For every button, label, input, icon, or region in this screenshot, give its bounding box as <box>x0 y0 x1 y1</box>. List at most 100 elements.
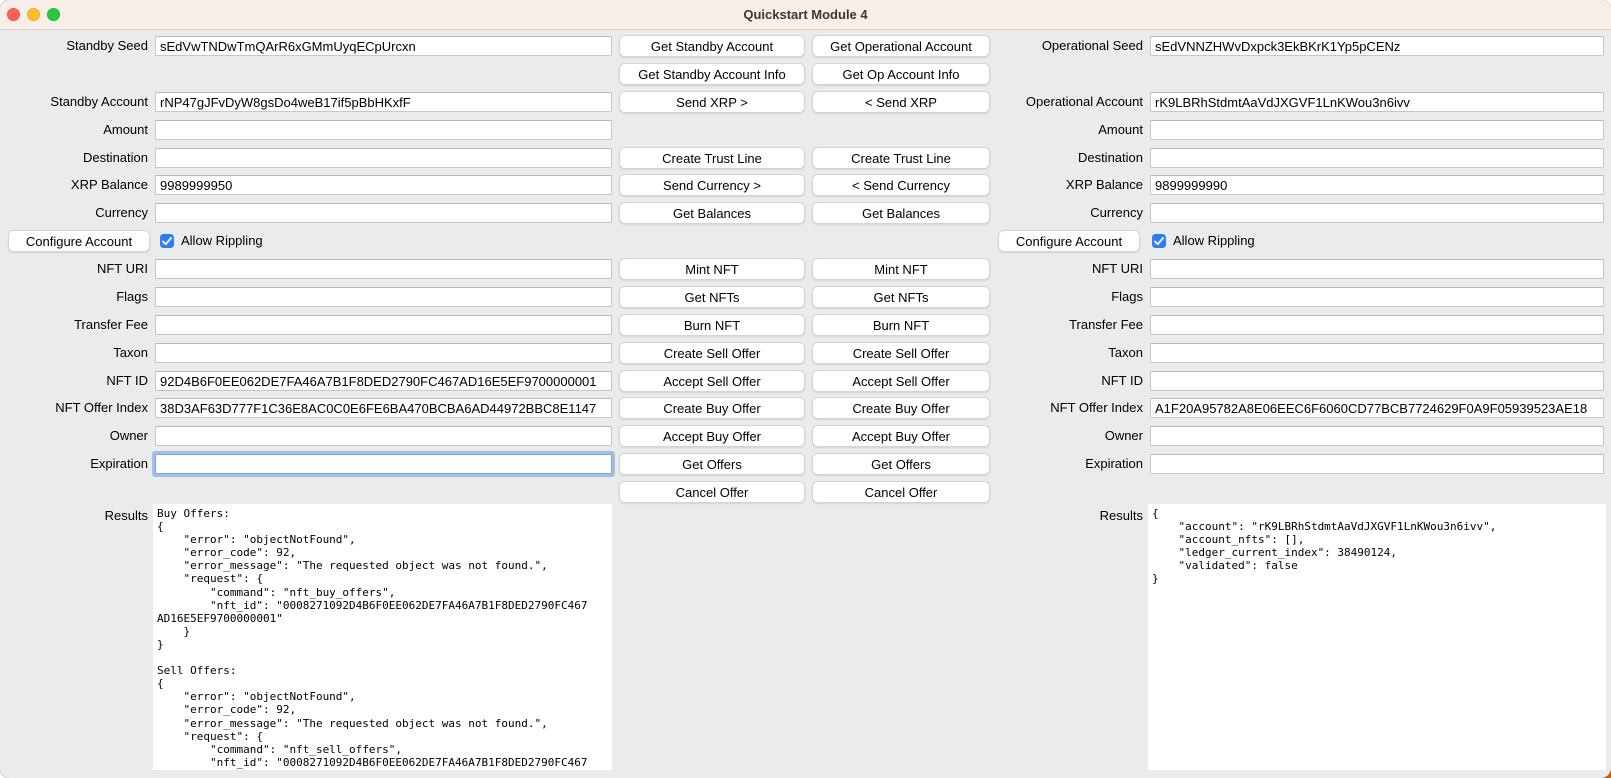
mint-nft-standby-button[interactable]: Mint NFT <box>619 258 805 280</box>
operational-currency-input[interactable] <box>1150 203 1604 223</box>
operational-seed-input[interactable] <box>1150 36 1604 56</box>
standby-transfer-fee-label: Transfer Fee <box>0 315 148 335</box>
create-buy-offer-standby-button[interactable]: Create Buy Offer <box>619 397 805 419</box>
app-window: Quickstart Module 4 Standby Seed Standby… <box>0 0 1611 778</box>
checkmark-icon <box>1154 237 1164 246</box>
standby-destination-input[interactable] <box>155 148 612 168</box>
checkmark-icon <box>162 237 172 246</box>
operational-amount-label: Amount <box>995 120 1143 140</box>
create-trust-line-operational-button[interactable]: Create Trust Line <box>812 147 990 169</box>
standby-allow-rippling-label: Allow Rippling <box>181 231 263 251</box>
get-balances-standby-button[interactable]: Get Balances <box>619 202 805 224</box>
operational-seed-label: Operational Seed <box>995 36 1143 56</box>
standby-nft-uri-label: NFT URI <box>0 259 148 279</box>
get-op-account-info-button[interactable]: Get Op Account Info <box>812 63 990 85</box>
operational-destination-input[interactable] <box>1150 148 1604 168</box>
standby-nft-uri-input[interactable] <box>155 259 612 279</box>
operational-owner-input[interactable] <box>1150 426 1604 446</box>
operational-nft-uri-input[interactable] <box>1150 259 1604 279</box>
standby-amount-label: Amount <box>0 120 148 140</box>
standby-currency-label: Currency <box>0 203 148 223</box>
get-standby-account-button[interactable]: Get Standby Account <box>619 35 805 57</box>
standby-taxon-label: Taxon <box>0 343 148 363</box>
operational-allow-rippling-label: Allow Rippling <box>1173 231 1255 251</box>
operational-account-input[interactable] <box>1150 92 1604 112</box>
operational-nft-offer-index-input[interactable] <box>1150 398 1604 418</box>
operational-transfer-fee-input[interactable] <box>1150 315 1604 335</box>
get-operational-account-button[interactable]: Get Operational Account <box>812 35 990 57</box>
operational-amount-input[interactable] <box>1150 120 1604 140</box>
operational-taxon-label: Taxon <box>995 343 1143 363</box>
get-balances-operational-button[interactable]: Get Balances <box>812 202 990 224</box>
get-standby-account-info-button[interactable]: Get Standby Account Info <box>619 63 805 85</box>
standby-expiration-input[interactable] <box>155 454 612 474</box>
window-title: Quickstart Module 4 <box>0 0 1611 29</box>
create-sell-offer-standby-button[interactable]: Create Sell Offer <box>619 342 805 364</box>
burn-nft-standby-button[interactable]: Burn NFT <box>619 314 805 336</box>
standby-xrp-balance-input[interactable] <box>155 175 612 195</box>
send-currency-standby-button[interactable]: Send Currency > <box>619 174 805 196</box>
operational-nft-offer-index-label: NFT Offer Index <box>995 398 1143 418</box>
operational-account-label: Operational Account <box>995 92 1143 112</box>
get-nfts-standby-button[interactable]: Get NFTs <box>619 286 805 308</box>
accept-sell-offer-standby-button[interactable]: Accept Sell Offer <box>619 370 805 392</box>
standby-results-label: Results <box>0 506 148 526</box>
accept-sell-offer-operational-button[interactable]: Accept Sell Offer <box>812 370 990 392</box>
operational-transfer-fee-label: Transfer Fee <box>995 315 1143 335</box>
send-xrp-operational-button[interactable]: < Send XRP <box>812 91 990 113</box>
operational-currency-label: Currency <box>995 203 1143 223</box>
standby-seed-label: Standby Seed <box>0 36 148 56</box>
operational-owner-label: Owner <box>995 426 1143 446</box>
mint-nft-operational-button[interactable]: Mint NFT <box>812 258 990 280</box>
create-sell-offer-operational-button[interactable]: Create Sell Offer <box>812 342 990 364</box>
standby-owner-input[interactable] <box>155 426 612 446</box>
get-offers-operational-button[interactable]: Get Offers <box>812 453 990 475</box>
standby-account-input[interactable] <box>155 92 612 112</box>
standby-destination-label: Destination <box>0 148 148 168</box>
send-xrp-standby-button[interactable]: Send XRP > <box>619 91 805 113</box>
operational-allow-rippling-checkbox[interactable] <box>1152 234 1166 248</box>
operational-flags-label: Flags <box>995 287 1143 307</box>
standby-flags-input[interactable] <box>155 287 612 307</box>
standby-nft-offer-index-input[interactable] <box>155 398 612 418</box>
cancel-offer-operational-button[interactable]: Cancel Offer <box>812 481 990 503</box>
operational-nft-id-label: NFT ID <box>995 371 1143 391</box>
operational-taxon-input[interactable] <box>1150 343 1604 363</box>
operational-nft-uri-label: NFT URI <box>995 259 1143 279</box>
create-buy-offer-operational-button[interactable]: Create Buy Offer <box>812 397 990 419</box>
operational-configure-account-button[interactable]: Configure Account <box>998 230 1140 252</box>
accept-buy-offer-operational-button[interactable]: Accept Buy Offer <box>812 425 990 447</box>
standby-owner-label: Owner <box>0 426 148 446</box>
standby-taxon-input[interactable] <box>155 343 612 363</box>
cancel-offer-standby-button[interactable]: Cancel Offer <box>619 481 805 503</box>
operational-expiration-input[interactable] <box>1150 454 1604 474</box>
operational-xrp-balance-label: XRP Balance <box>995 175 1143 195</box>
operational-results-label: Results <box>995 506 1143 526</box>
burn-nft-operational-button[interactable]: Burn NFT <box>812 314 990 336</box>
operational-expiration-label: Expiration <box>995 454 1143 474</box>
title-bar[interactable]: Quickstart Module 4 <box>0 0 1611 30</box>
operational-xrp-balance-input[interactable] <box>1150 175 1604 195</box>
standby-expiration-label: Expiration <box>0 454 148 474</box>
standby-configure-account-button[interactable]: Configure Account <box>8 230 150 252</box>
get-nfts-operational-button[interactable]: Get NFTs <box>812 286 990 308</box>
standby-xrp-balance-label: XRP Balance <box>0 175 148 195</box>
standby-allow-rippling-checkbox[interactable] <box>160 234 174 248</box>
operational-results-text[interactable]: { "account": "rK9LBRhStdmtAaVdJXGVF1LnKW… <box>1148 504 1606 770</box>
standby-seed-input[interactable] <box>155 36 612 56</box>
create-trust-line-standby-button[interactable]: Create Trust Line <box>619 147 805 169</box>
standby-nft-id-label: NFT ID <box>0 371 148 391</box>
send-currency-operational-button[interactable]: < Send Currency <box>812 174 990 196</box>
standby-transfer-fee-input[interactable] <box>155 315 612 335</box>
get-offers-standby-button[interactable]: Get Offers <box>619 453 805 475</box>
operational-flags-input[interactable] <box>1150 287 1604 307</box>
standby-currency-input[interactable] <box>155 203 612 223</box>
standby-nft-id-input[interactable] <box>155 371 612 391</box>
standby-nft-offer-index-label: NFT Offer Index <box>0 398 148 418</box>
operational-destination-label: Destination <box>995 148 1143 168</box>
standby-account-label: Standby Account <box>0 92 148 112</box>
accept-buy-offer-standby-button[interactable]: Accept Buy Offer <box>619 425 805 447</box>
standby-amount-input[interactable] <box>155 120 612 140</box>
standby-results-text[interactable]: Buy Offers: { "error": "objectNotFound",… <box>153 504 612 770</box>
operational-nft-id-input[interactable] <box>1150 371 1604 391</box>
